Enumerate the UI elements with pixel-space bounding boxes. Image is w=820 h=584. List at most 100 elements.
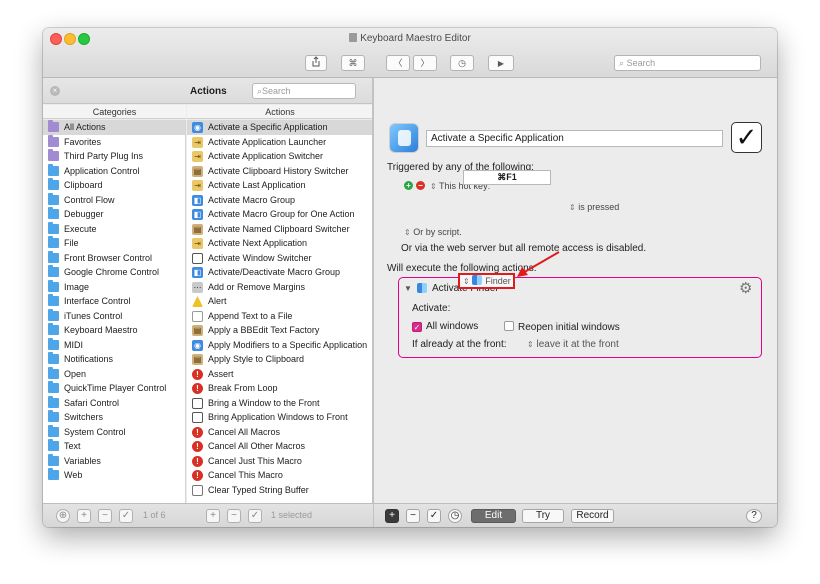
enable-category-checkbox[interactable]: ✓ <box>119 509 133 523</box>
action-item[interactable]: Bring Application Windows to Front <box>187 410 373 425</box>
add-action-icon[interactable]: + <box>385 509 399 523</box>
add-category-button[interactable]: + <box>77 509 91 523</box>
category-item[interactable]: Execute <box>43 221 185 237</box>
all-windows-checkbox[interactable]: ✓ All windows <box>412 321 478 332</box>
or-by-script-popup[interactable]: ⇕ Or by script. <box>404 227 462 237</box>
folder-icon <box>48 265 59 277</box>
category-item[interactable]: Third Party Plug Ins <box>43 149 185 164</box>
macro-enabled-checkmark-icon[interactable]: ✓ <box>731 122 762 153</box>
share-button[interactable] <box>305 55 327 71</box>
category-item[interactable]: Keyboard Maestro <box>43 323 185 338</box>
macro-name-field[interactable]: Activate a Specific Application <box>426 130 723 147</box>
remove-action-button[interactable]: − <box>227 509 241 523</box>
action-item[interactable]: Activate Window Switcher <box>187 251 373 266</box>
activate-finder-action[interactable]: ▼ Activate Finder ⚙ Activate: ✓All windo… <box>398 277 762 358</box>
category-item[interactable]: File <box>43 236 185 251</box>
action-item[interactable]: ⇥ Activate Application Launcher <box>187 135 373 150</box>
action-item[interactable]: ◧ Activate Macro Group for One Action <box>187 207 373 222</box>
category-item[interactable]: MIDI <box>43 337 185 353</box>
globe-icon[interactable]: ⊕ <box>56 509 70 523</box>
folder-icon <box>48 453 59 466</box>
action-item[interactable]: ! Cancel All Macros <box>187 425 373 440</box>
category-item[interactable]: Notifications <box>43 352 185 367</box>
window-title: Keyboard Maestro Editor <box>43 33 777 44</box>
action-item[interactable]: ▤ Activate Clipboard History Switcher <box>187 164 373 179</box>
category-item[interactable]: All Actions <box>43 120 185 135</box>
action-item[interactable]: ▤ Apply a BBEdit Text Factory <box>187 323 373 338</box>
category-item[interactable]: Interface Control <box>43 294 185 309</box>
action-item[interactable]: ◉ Activate a Specific Application <box>187 120 373 135</box>
enable-macro-checkbox[interactable]: ✓ <box>427 509 441 523</box>
action-item[interactable]: Append Text to a File <box>187 309 373 324</box>
add-action-button[interactable]: + <box>206 509 220 523</box>
command-button[interactable]: ⌘ <box>341 55 365 71</box>
category-item[interactable]: Front Browser Control <box>43 250 185 266</box>
reopen-windows-checkbox[interactable]: Reopen initial windows <box>504 321 620 333</box>
category-item[interactable]: Safari Control <box>43 395 185 411</box>
action-item[interactable]: ⇥ Activate Last Application <box>187 178 373 193</box>
category-item[interactable]: Favorites <box>43 134 185 150</box>
run-button[interactable]: ▶ <box>488 55 514 71</box>
action-item[interactable]: ! Cancel Just This Macro <box>187 454 373 469</box>
action-item[interactable]: ! Cancel All Other Macros <box>187 439 373 454</box>
forward-button[interactable]: 〉 <box>413 55 437 71</box>
category-item[interactable]: Web <box>43 468 185 483</box>
enable-action-checkbox[interactable]: ✓ <box>248 509 262 523</box>
action-item[interactable]: ⇥ Activate Application Switcher <box>187 149 373 164</box>
category-item[interactable]: System Control <box>43 424 185 440</box>
category-item[interactable]: Control Flow <box>43 192 185 208</box>
action-item[interactable]: Alert <box>187 294 373 309</box>
hot-key-field[interactable]: ⌘F1 <box>463 170 551 185</box>
application-popup[interactable]: ⇕ Finder <box>458 273 515 289</box>
record-button[interactable]: Record <box>571 509 614 523</box>
action-label: Apply a BBEdit Text Factory <box>208 325 320 335</box>
category-item[interactable]: Debugger <box>43 207 185 222</box>
category-item[interactable]: Switchers <box>43 410 185 425</box>
close-actions-icon[interactable]: × <box>50 86 60 96</box>
category-item[interactable]: iTunes Control <box>43 308 185 324</box>
categories-column-header[interactable]: Categories <box>43 105 186 119</box>
try-button[interactable]: Try <box>522 509 564 523</box>
front-behavior-popup[interactable]: ⇕ leave it at the front <box>527 339 619 350</box>
action-item[interactable]: ⇥ Activate Next Application <box>187 236 373 251</box>
action-item[interactable]: ◧ Activate/Deactivate Macro Group <box>187 265 373 280</box>
action-item[interactable]: ! Break From Loop <box>187 381 373 396</box>
action-item[interactable]: ◉ Apply Modifiers to a Specific Applicati… <box>187 338 373 353</box>
category-item[interactable]: Text <box>43 439 185 454</box>
actions-search-input[interactable]: ⌕Search <box>252 83 356 99</box>
remove-category-button[interactable]: − <box>98 509 112 523</box>
macro-app-icon[interactable] <box>389 123 419 153</box>
action-item[interactable]: ◧ Activate Macro Group <box>187 193 373 208</box>
category-item[interactable]: Application Control <box>43 163 185 179</box>
action-item[interactable]: ! Assert <box>187 367 373 382</box>
action-gear-icon[interactable]: ⚙ <box>739 279 752 297</box>
category-item[interactable]: QuickTime Player Control <box>43 381 185 396</box>
back-button[interactable]: 〈 <box>386 55 410 71</box>
category-item[interactable]: Image <box>43 279 185 295</box>
action-item[interactable]: ! Cancel This Macro <box>187 468 373 483</box>
remove-trigger-icon[interactable]: − <box>416 181 425 190</box>
action-item[interactable]: ▤ Apply Style to Clipboard <box>187 352 373 367</box>
action-item[interactable]: ⋯ Add or Remove Margins <box>187 280 373 295</box>
help-button[interactable]: ? <box>746 509 762 523</box>
actions-column-header[interactable]: Actions <box>187 105 373 119</box>
clock-icon[interactable]: ◷ <box>448 509 462 523</box>
edit-button[interactable]: Edit <box>471 509 516 523</box>
key-state-popup[interactable]: ⇕ is pressed <box>569 202 619 212</box>
remove-action-icon[interactable]: − <box>406 509 420 523</box>
action-item[interactable]: Clear Typed String Buffer <box>187 483 373 498</box>
category-item[interactable]: Open <box>43 366 185 382</box>
category-item[interactable]: Google Chrome Control <box>43 265 185 280</box>
action-item[interactable]: ▤ Activate Named Clipboard Switcher <box>187 222 373 237</box>
category-item[interactable]: Variables <box>43 453 185 469</box>
category-label: Application Control <box>64 165 140 176</box>
add-trigger-icon[interactable]: + <box>404 181 413 190</box>
toolbar-search-input[interactable]: ⌕ Search <box>614 55 761 71</box>
disclosure-triangle-icon[interactable]: ▼ <box>404 284 412 293</box>
history-clock-button[interactable]: ◷ <box>450 55 474 71</box>
category-item[interactable]: Clipboard <box>43 178 185 193</box>
action-label: Activate Window Switcher <box>208 252 312 263</box>
action-item[interactable]: Bring a Window to the Front <box>187 396 373 411</box>
popup-arrows-icon: ⇕ <box>527 340 534 349</box>
action-label: Bring Application Windows to Front <box>208 412 348 422</box>
